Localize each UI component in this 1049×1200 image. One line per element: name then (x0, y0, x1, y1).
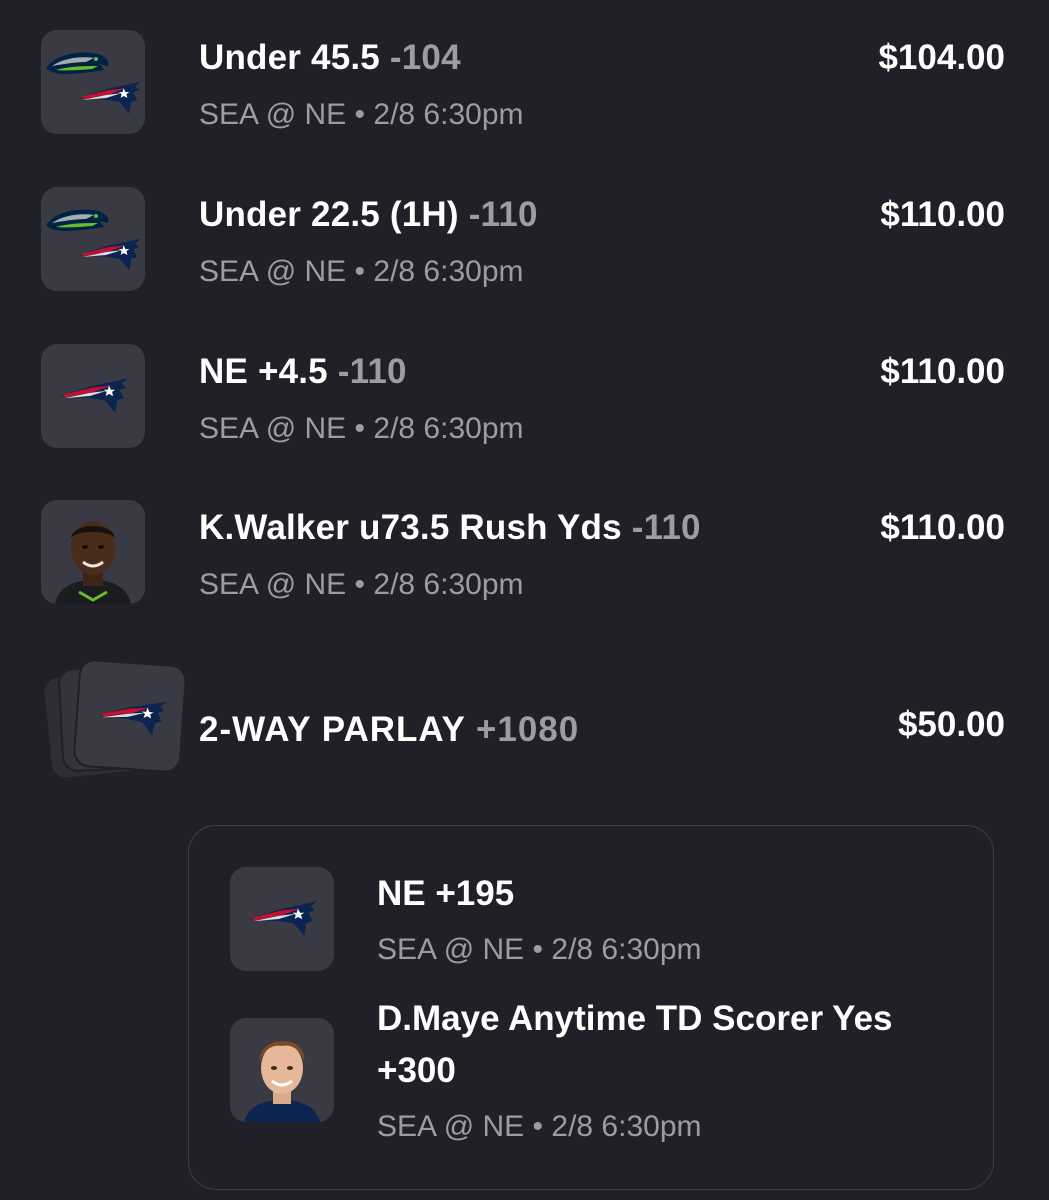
parlay-logo-tile (72, 658, 188, 774)
parlay-amount: $50.00 (897, 705, 1005, 744)
bet-game-info: SEA @ NE • 2/8 6:30pm (199, 98, 524, 132)
leg-time: 2/8 6:30pm (551, 933, 702, 966)
bet-market: Under 45.5 (199, 38, 380, 77)
bet-row[interactable]: Under 22.5 (1H) -110 SEA @ NE • 2/8 6:30… (0, 187, 1049, 307)
bet-game-info: SEA @ NE • 2/8 6:30pm (199, 412, 524, 446)
leg-time: 2/8 6:30pm (551, 1110, 702, 1143)
bet-market: NE +4.5 (199, 352, 328, 391)
bet-row[interactable]: NE +4.5 -110 SEA @ NE • 2/8 6:30pm $110.… (0, 344, 1049, 464)
player-headshot-icon (244, 1040, 320, 1122)
bet-time: 2/8 6:30pm (373, 255, 524, 288)
patriots-logo-icon (249, 901, 317, 936)
bet-time: 2/8 6:30pm (373, 568, 524, 601)
bet-market: K.Walker u73.5 Rush Yds (199, 508, 622, 547)
separator-dot: • (532, 1110, 544, 1143)
patriots-logo-icon (60, 378, 128, 413)
bet-title: NE +4.5 -110 (199, 352, 407, 392)
team-logos-tile (41, 30, 145, 134)
parlay-market: 2-WAY PARLAY (199, 710, 466, 749)
bet-game: SEA @ NE (199, 255, 347, 288)
separator-dot: • (354, 412, 366, 445)
seahawks-logo-icon (46, 209, 109, 231)
bet-odds: -104 (389, 38, 461, 77)
bet-game: SEA @ NE (199, 98, 347, 131)
bet-amount: $104.00 (878, 38, 1005, 77)
separator-dot: • (354, 568, 366, 601)
leg-game: SEA @ NE (377, 1110, 525, 1143)
bet-odds: -110 (337, 352, 407, 391)
bet-odds: -110 (468, 195, 538, 234)
parlay-odds: +1080 (475, 710, 580, 749)
team-logo-tile (230, 867, 334, 971)
bet-row[interactable]: K.Walker u73.5 Rush Yds -110 SEA @ NE • … (0, 500, 1049, 620)
patriots-logo-icon (78, 81, 141, 114)
bet-amount: $110.00 (880, 352, 1005, 391)
leg-game-info: SEA @ NE • 2/8 6:30pm (377, 1110, 702, 1144)
bet-game: SEA @ NE (199, 568, 347, 601)
separator-dot: • (354, 255, 366, 288)
leg-game-info: SEA @ NE • 2/8 6:30pm (377, 933, 702, 967)
bet-game-info: SEA @ NE • 2/8 6:30pm (199, 568, 524, 602)
bet-game: SEA @ NE (199, 412, 347, 445)
leg-game: SEA @ NE (377, 933, 525, 966)
player-tile (230, 1018, 334, 1122)
bet-time: 2/8 6:30pm (373, 98, 524, 131)
patriots-logo-icon (96, 696, 168, 737)
patriots-logo-icon (78, 238, 141, 271)
bet-odds: -110 (631, 508, 701, 547)
team-logos-tile (41, 187, 145, 291)
bet-game-info: SEA @ NE • 2/8 6:30pm (199, 255, 524, 289)
bet-row[interactable]: Under 45.5 -104 SEA @ NE • 2/8 6:30pm $1… (0, 30, 1049, 150)
bet-title: Under 45.5 -104 (199, 38, 461, 78)
bet-amount: $110.00 (880, 195, 1005, 234)
player-tile (41, 500, 145, 604)
bet-market: Under 22.5 (1H) (199, 195, 459, 234)
leg-title: D.Maye Anytime TD Scorer Yes (377, 999, 893, 1038)
bet-amount: $110.00 (880, 508, 1005, 547)
bet-title: Under 22.5 (1H) -110 (199, 195, 538, 235)
separator-dot: • (532, 933, 544, 966)
parlay-title: 2-WAY PARLAY +1080 (199, 710, 579, 750)
separator-dot: • (354, 98, 366, 131)
leg-title: NE +195 (377, 874, 515, 913)
player-headshot-icon (55, 521, 131, 604)
bet-title: K.Walker u73.5 Rush Yds -110 (199, 508, 701, 548)
bet-time: 2/8 6:30pm (373, 412, 524, 445)
seahawks-logo-icon (46, 52, 109, 74)
parlay-row[interactable]: 2-WAY PARLAY +1080 $50.00 (0, 658, 1049, 790)
leg-odds: +300 (377, 1051, 456, 1090)
team-logo-tile (41, 344, 145, 448)
